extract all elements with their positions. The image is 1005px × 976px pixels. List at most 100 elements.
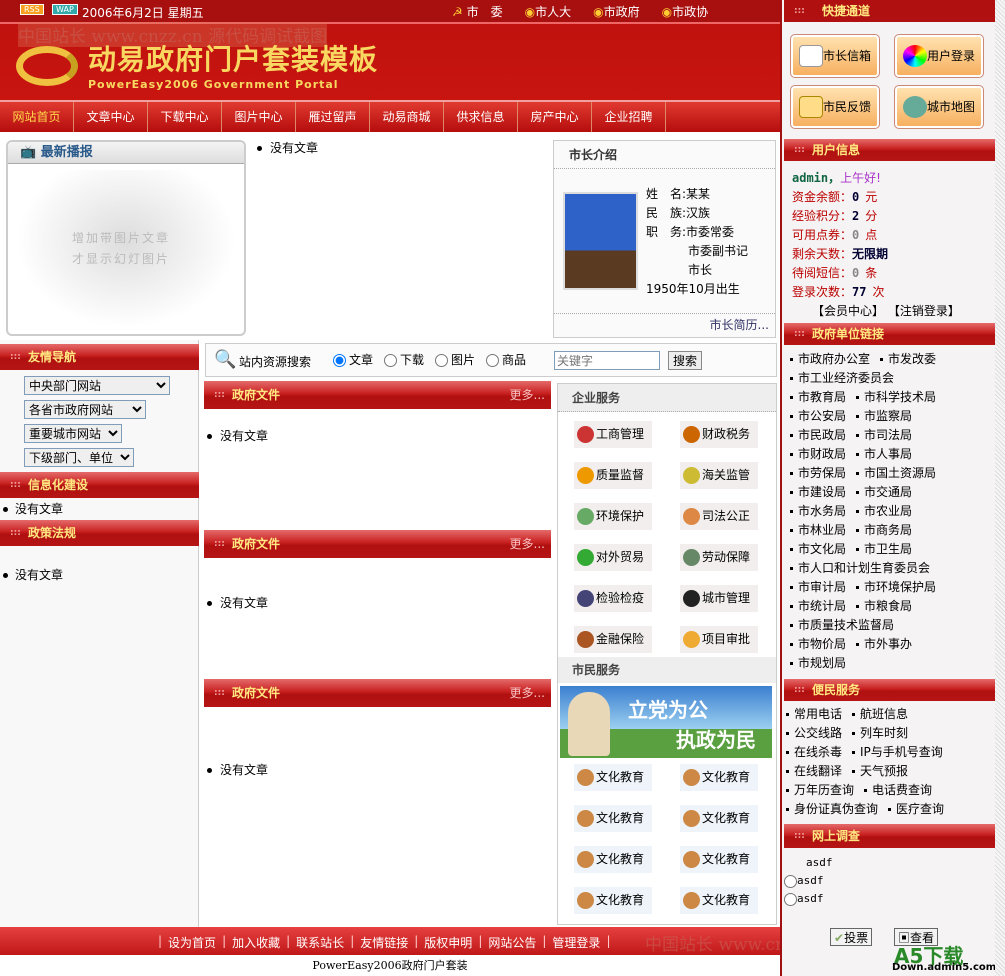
- footer-link[interactable]: 设为首页: [168, 934, 216, 951]
- party-committee-link[interactable]: ☭ 市 委: [452, 3, 503, 20]
- enterprise-service-link[interactable]: 财政税务: [680, 421, 758, 448]
- nav-item[interactable]: 雁过留声: [296, 102, 370, 132]
- gov-unit-link[interactable]: 市林业局: [788, 523, 846, 537]
- gov-unit-link[interactable]: 市监察局: [854, 409, 912, 423]
- convenience-link[interactable]: 列车时刻: [850, 726, 908, 740]
- convenience-link[interactable]: 天气预报: [850, 764, 908, 778]
- gov-unit-link[interactable]: 市质量技术监督局: [788, 618, 894, 632]
- gov-unit-link[interactable]: 市审计局: [788, 580, 846, 594]
- enterprise-service-link[interactable]: 城市管理: [680, 585, 758, 612]
- citizen-feedback-button[interactable]: 市民反馈: [790, 85, 880, 129]
- gov-unit-link[interactable]: 市交通局: [854, 485, 912, 499]
- enterprise-service-link[interactable]: 检验检疫: [574, 585, 652, 612]
- footer-link[interactable]: 版权申明: [424, 934, 472, 951]
- footer-link[interactable]: 联系站长: [296, 934, 344, 951]
- citizen-service-link[interactable]: 文化教育: [680, 887, 758, 914]
- footer-link[interactable]: 管理登录: [552, 934, 600, 951]
- survey-radio[interactable]: [784, 892, 797, 906]
- more-link[interactable]: 更多...: [510, 381, 545, 409]
- search-type-option[interactable]: 商品: [483, 351, 526, 368]
- gov-unit-link[interactable]: 市财政局: [788, 447, 846, 461]
- convenience-link[interactable]: 常用电话: [784, 707, 842, 721]
- survey-option[interactable]: asdf: [784, 874, 824, 888]
- search-button[interactable]: 搜索: [668, 351, 703, 370]
- enterprise-service-link[interactable]: 金融保险: [574, 626, 652, 653]
- enterprise-service-link[interactable]: 对外贸易: [574, 544, 652, 571]
- convenience-link[interactable]: 医疗查询: [886, 802, 944, 816]
- gov-unit-link[interactable]: 市发改委: [878, 352, 936, 366]
- gov-unit-link[interactable]: 市政府办公室: [788, 352, 870, 366]
- search-type-option[interactable]: 文章: [330, 351, 373, 368]
- gov-unit-link[interactable]: 市农业局: [854, 504, 912, 518]
- rss-badge[interactable]: RSS: [20, 4, 44, 15]
- citizen-service-link[interactable]: 文化教育: [680, 846, 758, 873]
- user-login-button[interactable]: 用户登录: [894, 34, 984, 78]
- gov-unit-link[interactable]: 市外事办: [854, 637, 912, 651]
- vote-button[interactable]: ✔投票: [830, 928, 873, 946]
- gov-unit-link[interactable]: 市建设局: [788, 485, 846, 499]
- footer-link[interactable]: 网站公告: [488, 934, 536, 951]
- city-government-link[interactable]: ◉市政府: [593, 3, 640, 20]
- enterprise-service-link[interactable]: 环境保护: [574, 503, 652, 530]
- more-link[interactable]: 更多...: [510, 679, 545, 707]
- citizen-service-link[interactable]: 文化教育: [574, 887, 652, 914]
- gov-unit-link[interactable]: 市规划局: [788, 656, 846, 670]
- convenience-link[interactable]: 电话费查询: [862, 783, 932, 797]
- gov-unit-link[interactable]: 市国土资源局: [854, 466, 936, 480]
- mayor-mailbox-button[interactable]: 市长信箱: [790, 34, 880, 78]
- gov-unit-link[interactable]: 市水务局: [788, 504, 846, 518]
- enterprise-service-link[interactable]: 海关监管: [680, 462, 758, 489]
- sub-dept-select[interactable]: 下级部门、单位: [24, 448, 134, 467]
- convenience-link[interactable]: 万年历查询: [784, 783, 854, 797]
- province-gov-select[interactable]: 各省市政府网站: [24, 400, 146, 419]
- wap-badge[interactable]: WAP: [52, 4, 78, 15]
- convenience-link[interactable]: 公交线路: [784, 726, 842, 740]
- gov-unit-link[interactable]: 市人口和计划生育委员会: [788, 561, 930, 575]
- citizen-service-link[interactable]: 文化教育: [574, 764, 652, 791]
- gov-unit-link[interactable]: 市司法局: [854, 428, 912, 442]
- search-type-radio[interactable]: [435, 354, 449, 367]
- people-congress-link[interactable]: ◉市人大: [525, 3, 572, 20]
- gov-unit-link[interactable]: 市教育局: [788, 390, 846, 404]
- enterprise-service-link[interactable]: 工商管理: [574, 421, 652, 448]
- cppcc-link[interactable]: ◉市政协: [662, 3, 709, 20]
- gov-unit-link[interactable]: 市人事局: [854, 447, 912, 461]
- citizen-service-link[interactable]: 文化教育: [680, 805, 758, 832]
- convenience-link[interactable]: 身份证真伪查询: [784, 802, 878, 816]
- convenience-link[interactable]: 航班信息: [850, 707, 908, 721]
- gov-unit-link[interactable]: 市劳保局: [788, 466, 846, 480]
- city-site-select[interactable]: 重要城市网站: [24, 424, 122, 443]
- gov-unit-link[interactable]: 市物价局: [788, 637, 846, 651]
- citizen-service-link[interactable]: 文化教育: [574, 805, 652, 832]
- logout-link[interactable]: 【注销登录】: [888, 304, 960, 318]
- nav-item[interactable]: 图片中心: [222, 102, 296, 132]
- nav-item[interactable]: 房产中心: [518, 102, 592, 132]
- gov-unit-link[interactable]: 市统计局: [788, 599, 846, 613]
- gov-unit-link[interactable]: 市科学技术局: [854, 390, 936, 404]
- nav-item[interactable]: 网站首页: [0, 102, 74, 132]
- citizen-service-link[interactable]: 文化教育: [680, 764, 758, 791]
- gov-unit-link[interactable]: 市粮食局: [854, 599, 912, 613]
- search-type-option[interactable]: 图片: [432, 351, 475, 368]
- search-type-radio[interactable]: [333, 354, 346, 367]
- gov-unit-link[interactable]: 市民政局: [788, 428, 846, 442]
- search-type-option[interactable]: 下载: [381, 351, 424, 368]
- survey-option[interactable]: asdf: [784, 892, 824, 906]
- nav-item[interactable]: 供求信息: [444, 102, 518, 132]
- city-map-button[interactable]: 城市地图: [894, 85, 984, 129]
- keyword-input[interactable]: [554, 351, 660, 370]
- gov-unit-link[interactable]: 市文化局: [788, 542, 846, 556]
- gov-unit-link[interactable]: 市卫生局: [854, 542, 912, 556]
- mayor-more-link[interactable]: 市长简历...: [554, 313, 775, 335]
- search-type-radio[interactable]: [384, 354, 398, 367]
- citizen-banner[interactable]: 立党为公 执政为民: [560, 686, 772, 758]
- nav-item[interactable]: 动易商城: [370, 102, 444, 132]
- central-dept-select[interactable]: 中央部门网站: [24, 376, 170, 395]
- member-center-link[interactable]: 【会员中心】: [812, 304, 884, 318]
- footer-link[interactable]: 加入收藏: [232, 934, 280, 951]
- gov-unit-link[interactable]: 市工业经济委员会: [788, 371, 894, 385]
- gov-unit-link[interactable]: 市商务局: [854, 523, 912, 537]
- convenience-link[interactable]: IP与手机号查询: [850, 745, 943, 759]
- survey-radio[interactable]: [784, 874, 797, 888]
- nav-item[interactable]: 企业招聘: [592, 102, 666, 132]
